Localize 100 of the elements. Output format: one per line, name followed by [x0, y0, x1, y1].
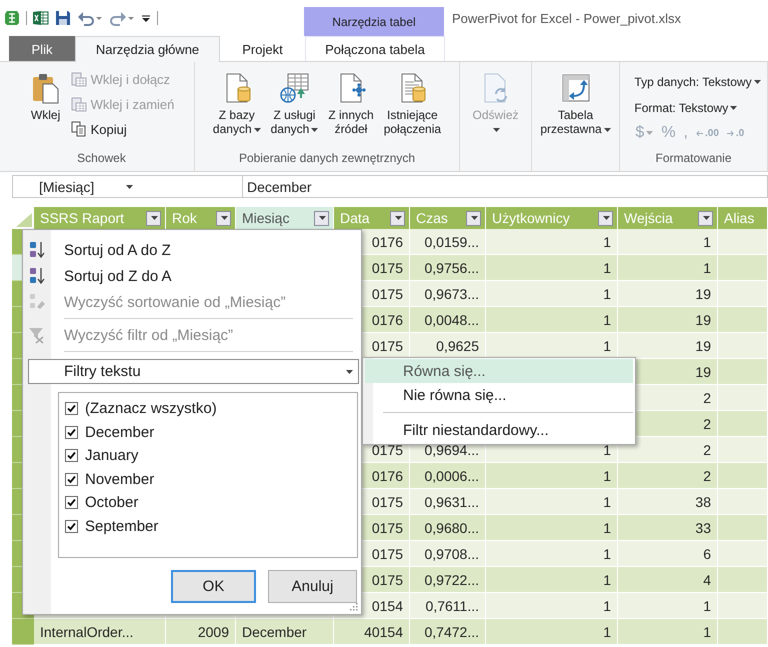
checkbox-label[interactable]: October: [85, 494, 138, 512]
table-cell: 1: [486, 515, 618, 541]
save-icon[interactable]: [55, 10, 71, 26]
caret-icon: [730, 106, 738, 110]
caret-icon: [151, 216, 158, 220]
checkbox[interactable]: [65, 426, 78, 439]
filter-button[interactable]: [216, 210, 231, 226]
column-title: Data: [340, 210, 370, 226]
table-cell: 0,9722...: [410, 567, 486, 593]
ribbon-tab[interactable]: Projekt: [220, 36, 305, 61]
table-cell: 1: [486, 255, 618, 281]
ribbon-tab[interactable]: Połączona tabela: [305, 36, 445, 61]
checkbox-label[interactable]: January: [85, 447, 138, 464]
table-cell: December: [236, 619, 334, 645]
table-cell: 0,0048...: [410, 307, 486, 333]
checkbox[interactable]: [65, 496, 78, 510]
filter-button[interactable]: [466, 210, 481, 226]
caret-icon: [646, 131, 654, 135]
caret-icon: [221, 216, 228, 220]
table-cell: 1: [486, 307, 618, 333]
app-icon[interactable]: [4, 10, 20, 26]
contextual-tab-group: Narzędzia tabel: [304, 7, 444, 36]
table-cell: 1: [486, 541, 618, 567]
menu-item[interactable]: Równa się...: [365, 359, 633, 383]
ribbon-tab[interactable]: Plik: [9, 36, 75, 61]
table-cell: 1: [486, 333, 618, 359]
table-cell: [718, 385, 768, 411]
customize-icon[interactable]: [141, 13, 151, 23]
sort-descending-icon: [28, 267, 46, 285]
table-cell: 0,0159...: [410, 229, 486, 255]
table-cell: 2: [618, 437, 718, 463]
ribbon-button[interactable]: Tabela przestawna: [537, 66, 614, 136]
table-cell: 0,9673...: [410, 281, 486, 307]
table-cell: [718, 567, 768, 593]
globe-table-icon: [278, 72, 310, 104]
table-cell: 1: [486, 619, 618, 645]
table-cell: 1: [486, 489, 618, 515]
table-cell: 1: [486, 463, 618, 489]
column-title: Wejścia: [624, 210, 673, 226]
clear-filter-icon: [28, 326, 46, 344]
table-cell: 38: [618, 489, 718, 515]
ok-button[interactable]: OK: [171, 570, 256, 603]
table-cell: [718, 593, 768, 619]
ribbon-button[interactable]: Z innych źródeł: [325, 66, 377, 136]
checkbox-label[interactable]: September: [85, 518, 158, 535]
column-header[interactable]: Miesiąc: [236, 207, 334, 229]
table-cell: 0,7472...: [410, 619, 486, 645]
checkbox[interactable]: [65, 472, 78, 486]
format-dropdown[interactable]: Format: Tekstowy: [634, 98, 738, 118]
checkbox[interactable]: [65, 449, 78, 462]
window-title: PowerPivot for Excel - Power_pivot.xlsx: [452, 10, 682, 26]
dropdown-arrow-icon: [126, 184, 134, 188]
column-title: Rok: [172, 210, 197, 226]
table-cell: [718, 463, 768, 489]
ribbon-tab[interactable]: Narzędzia główne: [75, 36, 220, 62]
group-label: Schowek: [76, 151, 127, 167]
group-label: Formatowanie: [654, 151, 733, 167]
filter-button[interactable]: [314, 210, 329, 226]
table-cell: [718, 489, 768, 515]
table-cell: 1: [618, 619, 718, 645]
eraser-icon: [28, 293, 46, 311]
cancel-button[interactable]: Anuluj: [268, 570, 357, 603]
checkbox-label[interactable]: December: [85, 424, 154, 441]
checkbox[interactable]: [65, 520, 78, 533]
table-cell: 0,7611...: [410, 593, 486, 619]
pivot-table-icon: [560, 72, 592, 104]
table-cell: 19: [618, 281, 718, 307]
table-cell: [718, 541, 768, 567]
filter-button[interactable]: [598, 210, 613, 226]
filter-button[interactable]: [698, 210, 713, 226]
table-cell: 1: [618, 229, 718, 255]
copy-icon: [70, 121, 87, 137]
filter-button[interactable]: [146, 210, 161, 226]
caret-icon: [254, 128, 261, 132]
table-cell: 4: [618, 567, 718, 593]
paste-grid-icon: [70, 96, 87, 112]
spreadsheet-icon[interactable]: [33, 10, 49, 26]
filter-button[interactable]: [390, 210, 405, 226]
column-title: Czas: [416, 210, 448, 226]
ribbon-button[interactable]: Z bazy danych: [210, 66, 264, 136]
table-cell: 0,9625: [410, 333, 486, 359]
submenu-arrow-icon: [346, 370, 353, 374]
format-dropdown[interactable]: Typ danych: Tekstowy: [634, 72, 761, 92]
table-cell: [718, 437, 768, 463]
ribbon-button[interactable]: Z usługi danych: [268, 66, 322, 136]
group-label: Pobieranie danych zewnętrznych: [238, 151, 416, 167]
ribbon-button[interactable]: Kopiuj: [68, 118, 176, 140]
formula-value[interactable]: December: [243, 176, 312, 197]
resize-grip-icon[interactable]: [349, 602, 358, 611]
checkbox-label[interactable]: (Zaznacz wszystko): [85, 400, 217, 418]
checkbox-label[interactable]: November: [85, 470, 154, 488]
redo-icon[interactable]: [109, 10, 135, 26]
checkbox[interactable]: [65, 402, 78, 416]
column-title: SSRS Raport: [40, 210, 124, 226]
undo-icon[interactable]: [77, 10, 103, 26]
ribbon-button[interactable]: Istniejące połączenia: [380, 66, 444, 136]
ribbon-button[interactable]: Wklej: [26, 66, 65, 122]
name-box[interactable]: [Miesiąc]: [13, 176, 243, 197]
submenu-item[interactable]: Filtry tekstu: [28, 359, 359, 384]
table-cell: 19: [618, 307, 718, 333]
